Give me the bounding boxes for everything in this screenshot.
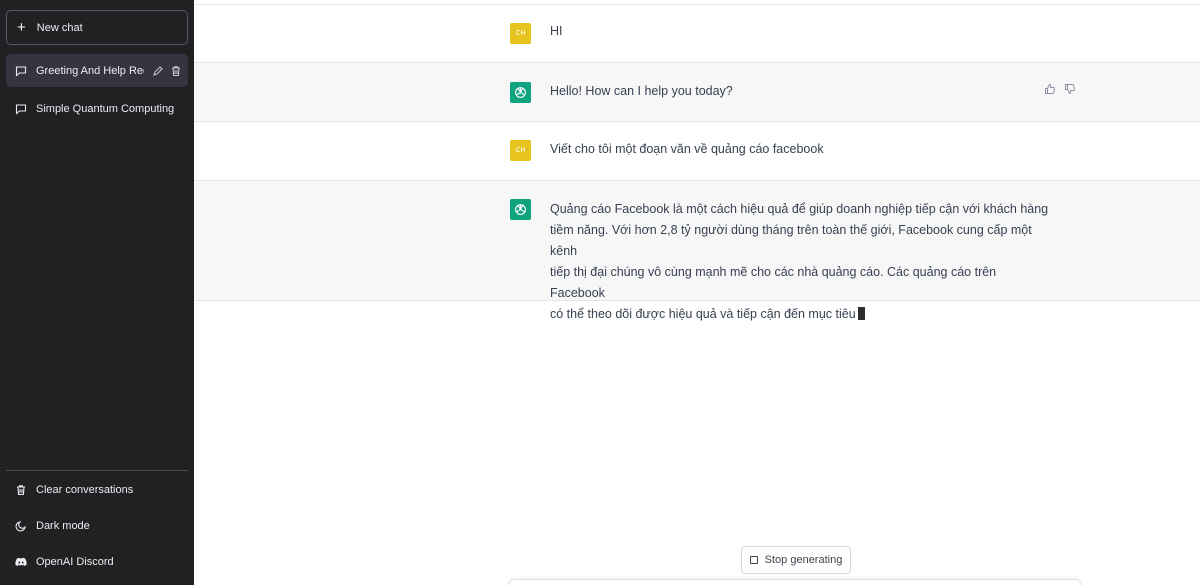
chat-bubble-icon [15,65,27,77]
message-line: tiềm năng. Với hơn 2,8 tỷ người dùng thá… [550,223,1032,258]
conversation-title: Greeting And Help Req [36,64,144,77]
stop-generating-button[interactable]: Stop generating [741,546,851,574]
openai-discord-label: OpenAI Discord [36,556,114,568]
clear-conversations-button[interactable]: Clear conversations [6,475,188,505]
thumbs-down-icon[interactable] [1064,83,1076,95]
message-line: Quảng cáo Facebook là một cách hiệu quả … [550,202,1049,216]
assistant-avatar [510,82,531,103]
feedback-buttons [1044,83,1076,95]
chat-area: CH HI Hello! How can I help you today? C… [194,0,1200,585]
user-avatar: CH [510,140,531,161]
message-row-user: CH HI [194,5,1200,63]
openai-logo-icon [515,87,526,98]
dark-mode-button[interactable]: Dark mode [6,511,188,541]
stop-icon [749,556,758,564]
moon-icon [15,521,26,532]
chat-bubble-icon [15,103,27,115]
conversation-item-greeting[interactable]: Greeting And Help Req [6,54,188,87]
openai-discord-link[interactable]: OpenAI Discord [6,547,188,577]
assistant-avatar [510,199,531,220]
message-text: Viết cho tôi một đoạn văn về quảng cáo f… [550,142,824,156]
message-input[interactable] [509,579,1081,585]
openai-logo-icon [515,204,526,215]
user-avatar: CH [510,23,531,44]
sidebar: + New chat Greeting And Help Req Simple … [0,0,194,585]
edit-icon[interactable] [152,65,164,77]
message-row-assistant: Quảng cáo Facebook là một cách hiệu quả … [194,181,1200,321]
new-chat-button[interactable]: + New chat [6,10,188,45]
trash-icon [17,485,25,496]
stop-generating-label: Stop generating [764,554,843,566]
sidebar-divider [6,470,188,471]
discord-icon [15,557,27,566]
new-chat-label: New chat [36,21,83,34]
message-text: HI [550,24,563,38]
typing-cursor [857,307,865,320]
message-row-user: CH Viết cho tôi một đoạn văn về quảng cá… [194,122,1200,181]
conversation-title: Simple Quantum Computing E [36,102,176,115]
trash-icon[interactable] [170,65,182,77]
message-text: Hello! How can I help you today? [550,84,733,98]
conversation-item-quantum[interactable]: Simple Quantum Computing E [6,92,188,125]
plus-icon: + [17,19,26,36]
clear-conversations-label: Clear conversations [36,484,134,496]
message-text: Quảng cáo Facebook là một cách hiệu quả … [550,199,1050,325]
thumbs-up-icon[interactable] [1044,83,1056,95]
message-line: có thể theo dõi được hiệu quả và tiếp cậ… [550,307,856,321]
message-line: tiếp thị đại chúng vô cùng mạnh mẽ cho c… [550,265,997,300]
dark-mode-label: Dark mode [36,520,90,532]
message-row-assistant: Hello! How can I help you today? [194,63,1200,122]
